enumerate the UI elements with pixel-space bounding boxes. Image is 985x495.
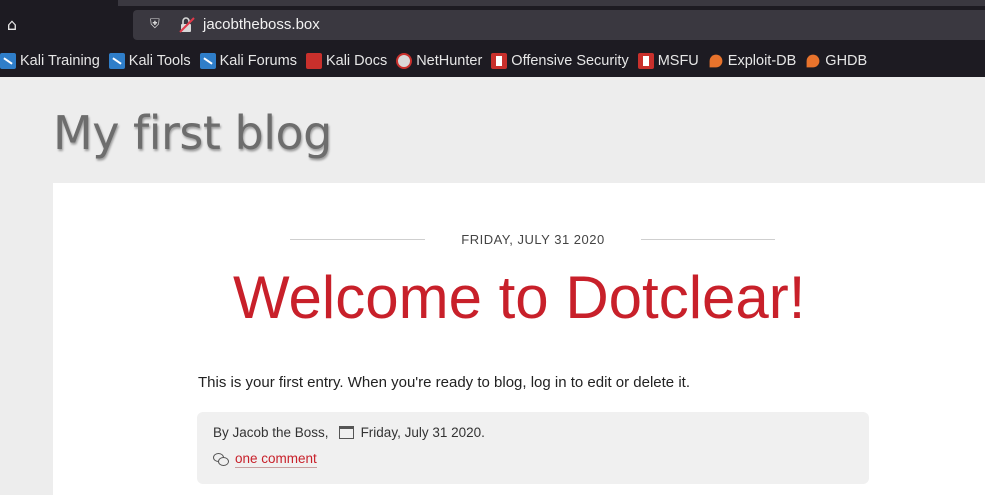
blog-title[interactable]: My first blog [53, 103, 332, 163]
offsec-icon [637, 53, 654, 69]
comments-link[interactable]: one comment [235, 451, 317, 468]
exploitdb-icon [806, 54, 820, 68]
kali-dragon-icon [108, 53, 125, 69]
insecure-lock-icon[interactable] [178, 16, 196, 34]
bookmark-kali-forums[interactable]: Kali Forums [199, 49, 297, 73]
post-published-date: Friday, July 31 2020. [360, 424, 485, 440]
post-info: By Jacob the Boss, Friday, July 31 2020. [213, 422, 485, 442]
bookmark-ghdb[interactable]: GHDB [805, 49, 867, 73]
nethunter-icon [396, 53, 413, 69]
bookmark-msfu[interactable]: MSFU [637, 49, 699, 73]
post-content: This is your first entry. When you're re… [198, 374, 690, 391]
post-title[interactable]: Welcome to Dotclear! [233, 262, 833, 334]
kali-dragon-icon [0, 53, 16, 69]
home-icon[interactable]: ⌂ [2, 14, 22, 36]
kali-docs-icon [305, 53, 322, 69]
bookmark-kali-tools[interactable]: Kali Tools [108, 49, 191, 73]
tab-strip [118, 0, 985, 6]
post-author: By Jacob the Boss, [213, 424, 329, 440]
bookmark-exploit-db[interactable]: Exploit-DB [708, 49, 796, 73]
browser-toolbar: ⌂ ⛨ jacobtheboss.box Kali Training Kali … [0, 0, 985, 77]
post-date-row: FRIDAY, JULY 31 2020 [290, 231, 775, 249]
post-date: FRIDAY, JULY 31 2020 [461, 232, 605, 247]
comments-icon [213, 452, 229, 466]
exploitdb-icon [709, 54, 723, 68]
kali-dragon-icon [199, 53, 216, 69]
bookmark-kali-training[interactable]: Kali Training [0, 49, 100, 73]
divider [290, 239, 425, 240]
tracking-shield-icon[interactable]: ⛨ [150, 16, 164, 34]
bookmark-kali-docs[interactable]: Kali Docs [305, 49, 387, 73]
post-meta: By Jacob the Boss, Friday, July 31 2020.… [197, 412, 869, 484]
offsec-icon [491, 53, 508, 69]
bookmark-offensive-security[interactable]: Offensive Security [491, 49, 629, 73]
divider [641, 239, 775, 240]
bookmark-nethunter[interactable]: NetHunter [396, 49, 482, 73]
url-text[interactable]: jacobtheboss.box [203, 15, 320, 35]
calendar-icon [338, 425, 354, 439]
post-comments: one comment [213, 449, 317, 469]
bookmarks-bar: Kali Training Kali Tools Kali Forums Kal… [0, 49, 876, 73]
